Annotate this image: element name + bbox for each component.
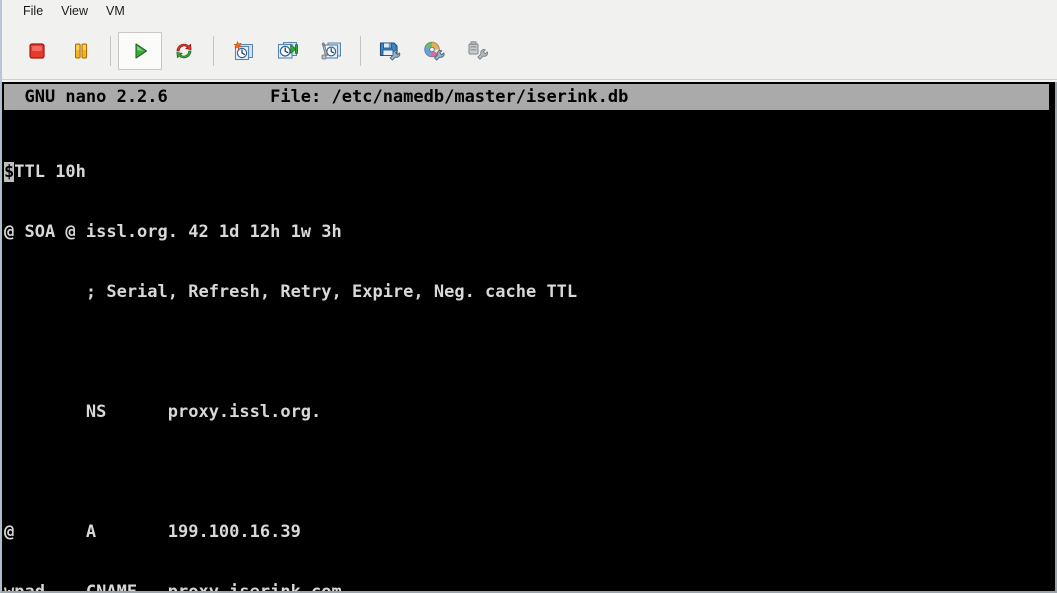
toolbar-group-power bbox=[15, 31, 206, 70]
snapshot-revert-icon bbox=[275, 40, 299, 62]
snapshot-manager-button[interactable] bbox=[309, 32, 353, 70]
terminal-screen[interactable]: GNU nano 2.2.6 File: /etc/namedb/master/… bbox=[0, 82, 1057, 593]
revert-snapshot-button[interactable] bbox=[265, 32, 309, 70]
text-cursor: $ bbox=[4, 162, 15, 182]
menubar: File View VM bbox=[2, 0, 1057, 22]
toolbar-separator bbox=[110, 35, 111, 66]
editor-line: $TTL 10h bbox=[4, 162, 1049, 182]
menu-view[interactable]: View bbox=[52, 2, 97, 21]
toolbar-separator bbox=[360, 35, 361, 66]
editor-line: @ SOA @ issl.org. 42 1d 12h 1w 3h bbox=[4, 222, 342, 242]
toolbar-group-snapshot bbox=[221, 32, 353, 70]
hard-disk-settings-button[interactable] bbox=[368, 32, 412, 70]
power-off-button[interactable] bbox=[15, 32, 59, 70]
cd-wrench-icon bbox=[422, 40, 446, 62]
toolbar-group-devices bbox=[368, 32, 500, 70]
editor-line: NS proxy.issl.org. bbox=[4, 402, 322, 422]
reset-arrows-icon bbox=[173, 40, 195, 62]
snapshot-wrench-icon bbox=[319, 40, 343, 62]
editor-line-blank bbox=[4, 462, 1049, 482]
toolbar-separator bbox=[213, 35, 214, 66]
menu-vm[interactable]: VM bbox=[97, 2, 134, 21]
play-triangle-icon bbox=[130, 41, 150, 61]
nano-text-area[interactable]: $TTL 10h @ SOA @ issl.org. 42 1d 12h 1w … bbox=[4, 122, 1049, 593]
toolbar bbox=[2, 22, 1057, 80]
editor-line: wpad CNAME proxy.iserink.com bbox=[4, 582, 342, 593]
line-text-post: TTL 10h bbox=[14, 162, 86, 182]
snapshot-clock-new-icon bbox=[231, 40, 255, 62]
stop-square-icon bbox=[27, 41, 47, 61]
pause-bars-icon bbox=[71, 41, 91, 61]
editor-line: ; Serial, Refresh, Retry, Expire, Neg. c… bbox=[4, 282, 578, 302]
take-snapshot-button[interactable] bbox=[221, 32, 265, 70]
vmware-player-window: File View VM GNU nano 2.2.6 File: /etc/n… bbox=[0, 0, 1057, 593]
nano-title-bar: GNU nano 2.2.6 File: /etc/namedb/master/… bbox=[4, 84, 1049, 110]
floppy-wrench-icon bbox=[378, 40, 402, 62]
editor-line-blank bbox=[4, 342, 1049, 362]
reset-button[interactable] bbox=[162, 32, 206, 70]
menu-file[interactable]: File bbox=[14, 2, 52, 21]
suspend-button[interactable] bbox=[59, 32, 103, 70]
usb-settings-button[interactable] bbox=[456, 32, 500, 70]
editor-line: @ A 199.100.16.39 bbox=[4, 522, 301, 542]
usb-wrench-icon bbox=[466, 40, 490, 62]
vm-chrome: File View VM bbox=[0, 0, 1057, 82]
power-on-button[interactable] bbox=[118, 31, 162, 70]
cd-dvd-settings-button[interactable] bbox=[412, 32, 456, 70]
